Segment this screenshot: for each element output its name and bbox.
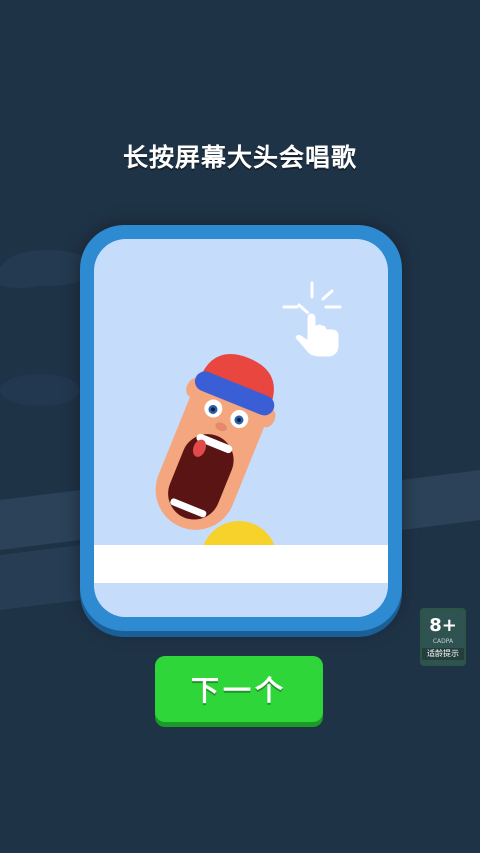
next-button[interactable]: 下一个 bbox=[155, 656, 323, 722]
instruction-text: 长按屏幕大头会唱歌 bbox=[122, 143, 357, 172]
age-rating-value: 8+ bbox=[429, 615, 457, 636]
age-rating-badge: 8+ CADPA 适龄提示 bbox=[420, 608, 466, 666]
ground-strip bbox=[94, 545, 388, 583]
bg-cloud bbox=[0, 374, 80, 406]
singing-head-character bbox=[155, 354, 276, 530]
tutorial-illustration bbox=[94, 281, 388, 617]
bg-road bbox=[0, 490, 80, 550]
bg-road bbox=[0, 545, 80, 610]
tap-hand-icon bbox=[282, 281, 342, 358]
age-rating-tip: 适龄提示 bbox=[422, 648, 464, 660]
tutorial-card-scene bbox=[94, 239, 388, 617]
tutorial-card bbox=[80, 225, 402, 631]
age-rating-org: CADPA bbox=[432, 638, 454, 645]
ground-shadow bbox=[94, 583, 388, 617]
bg-road bbox=[402, 470, 480, 530]
